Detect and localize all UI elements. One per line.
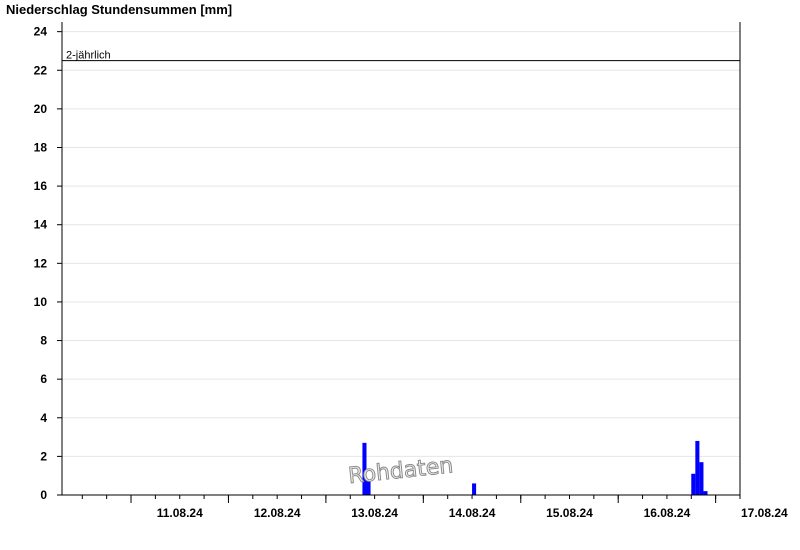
y-tick-label: 4 [40, 411, 47, 425]
x-tick-label: 13.08.24 [351, 506, 398, 520]
x-tick-label: 17.08.24 [741, 506, 788, 520]
x-tick-label: 15.08.24 [546, 506, 593, 520]
threshold-label: 2-jährlich [66, 50, 111, 62]
y-tick-label: 2 [40, 449, 47, 463]
precipitation-bar [703, 491, 708, 495]
precipitation-bar [691, 473, 696, 495]
y-tick-label: 18 [34, 140, 48, 154]
y-tick-label: 22 [34, 63, 48, 77]
y-tick-label: 12 [34, 256, 48, 270]
x-tick-label: 14.08.24 [449, 506, 496, 520]
x-tick-label: 11.08.24 [157, 506, 203, 520]
axis-layer: 02468101214161820222411.08.24 12.08.24 13.… [34, 22, 788, 520]
precipitation-bar [699, 462, 704, 495]
precipitation-bar [472, 483, 477, 495]
y-tick-label: 24 [34, 25, 48, 39]
y-tick-label: 0 [40, 488, 47, 502]
y-tick-label: 8 [40, 334, 47, 348]
y-tick-label: 20 [34, 102, 48, 116]
chart: Niederschlag Stundensummen [mm] 0 2 4 6 8 10 1… [0, 0, 800, 550]
y-tick-label: 16 [34, 179, 48, 193]
grid-layer [62, 31, 740, 457]
chart-title: Niederschlag Stundensummen [mm] [6, 2, 232, 17]
precipitation-bar [695, 440, 700, 495]
y-tick-label: 10 [34, 295, 48, 309]
x-tick-label: 12.08.24 [254, 506, 301, 520]
threshold-layer: 2-jährlich [62, 50, 740, 62]
precipitation-chart-svg: Niederschlag Stundensummen [mm] 02468101… [6, 2, 788, 520]
y-tick-label: 6 [40, 372, 47, 386]
y-tick-label: 14 [34, 218, 48, 232]
x-tick-label: 16.08.24 [644, 506, 691, 520]
